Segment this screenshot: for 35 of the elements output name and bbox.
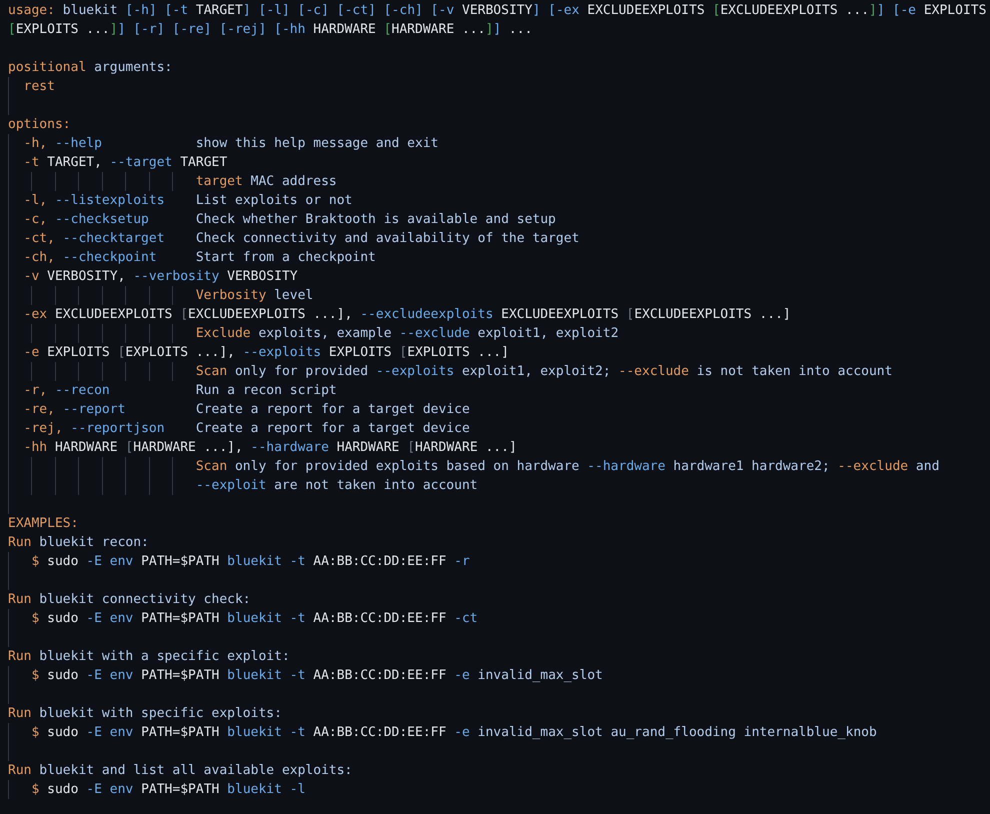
code-line: Run bluekit with specific exploits: xyxy=(8,706,282,721)
code-line: options: xyxy=(8,117,71,132)
code-line: usage: bluekit [-h] [-t TARGET] [-l] [-c] [-ct] [-ch] [-v VERBOSITY] [-ex EXCLUDEEXPLOITS [EXCLUDEEXPLOITS ...]] [-e EXPLOITS xyxy=(8,3,986,18)
code-line: positional arguments: xyxy=(8,60,172,75)
code-line: -t TARGET, --target TARGET xyxy=(22,155,228,170)
code-line: -ex EXCLUDEEXPLOITS [EXCLUDEEXPLOITS ...], --excludeexploits EXCLUDEEXPLOITS [EXCLUDEEXPLOITS ...] xyxy=(22,307,791,322)
code-line: -ch, --checkpoint Start from a checkpoint xyxy=(22,250,376,265)
code-line: -hh HARDWARE [HARDWARE ...], --hardware HARDWARE [HARDWARE ...] xyxy=(22,440,517,455)
code-line: -re, --report Create a report for a target device xyxy=(22,402,470,417)
code-line: [EXPLOITS ...]] [-r] [-re] [-rej] [-hh HARDWARE [HARDWARE ...]] ... xyxy=(8,22,532,37)
code-line: Run bluekit connectivity check: xyxy=(8,592,251,607)
code-line: -h, --help show this help message and exit xyxy=(22,136,438,151)
code-line: $ sudo -E env PATH=$PATH bluekit -t AA:BB:CC:DD:EE:FF -e invalid_max_slot au_rand_flooding internalblue_knob xyxy=(30,725,877,740)
code-line: Run bluekit with a specific exploit: xyxy=(8,649,290,664)
code-line: -l, --listexploits List exploits or not xyxy=(22,193,352,208)
code-line: $ sudo -E env PATH=$PATH bluekit -l xyxy=(30,782,306,797)
code-line: Verbosity level xyxy=(194,288,314,303)
code-line: Scan only for provided exploits based on hardware --hardware hardware1 hardware2; --exclude and xyxy=(194,459,940,474)
code-line: -rej, --reportjson Create a report for a target device xyxy=(22,421,470,436)
code-line: Run bluekit and list all available exploits: xyxy=(8,763,352,778)
code-line: $ sudo -E env PATH=$PATH bluekit -t AA:BB:CC:DD:EE:FF -e invalid_max_slot xyxy=(30,668,603,683)
code-line: -ct, --checktarget Check connectivity and availability of the target xyxy=(22,231,580,246)
code-line: Exclude exploits, example --exclude exploit1, exploit2 xyxy=(194,326,619,341)
code-line: rest xyxy=(22,79,55,94)
code-line: Scan only for provided --exploits exploit1, exploit2; --exclude is not taken into account xyxy=(194,364,892,379)
code-line: -e EXPLOITS [EXPLOITS ...], --exploits EXPLOITS [EXPLOITS ...] xyxy=(22,345,509,360)
code-line: --exploit are not taken into account xyxy=(194,478,478,493)
code-line: target MAC address xyxy=(194,174,337,189)
code-line: $ sudo -E env PATH=$PATH bluekit -t AA:BB:CC:DD:EE:FF -r xyxy=(30,554,470,569)
code-line: Run bluekit recon: xyxy=(8,535,149,550)
code-line: -r, --recon Run a recon script xyxy=(22,383,337,398)
code-line: -v VERBOSITY, --verbosity VERBOSITY xyxy=(22,269,298,284)
code-line: -c, --checksetup Check whether Braktooth is available and setup xyxy=(22,212,556,227)
code-line: EXAMPLES: xyxy=(8,516,78,531)
code-line: $ sudo -E env PATH=$PATH bluekit -t AA:BB:CC:DD:EE:FF -ct xyxy=(30,611,478,626)
